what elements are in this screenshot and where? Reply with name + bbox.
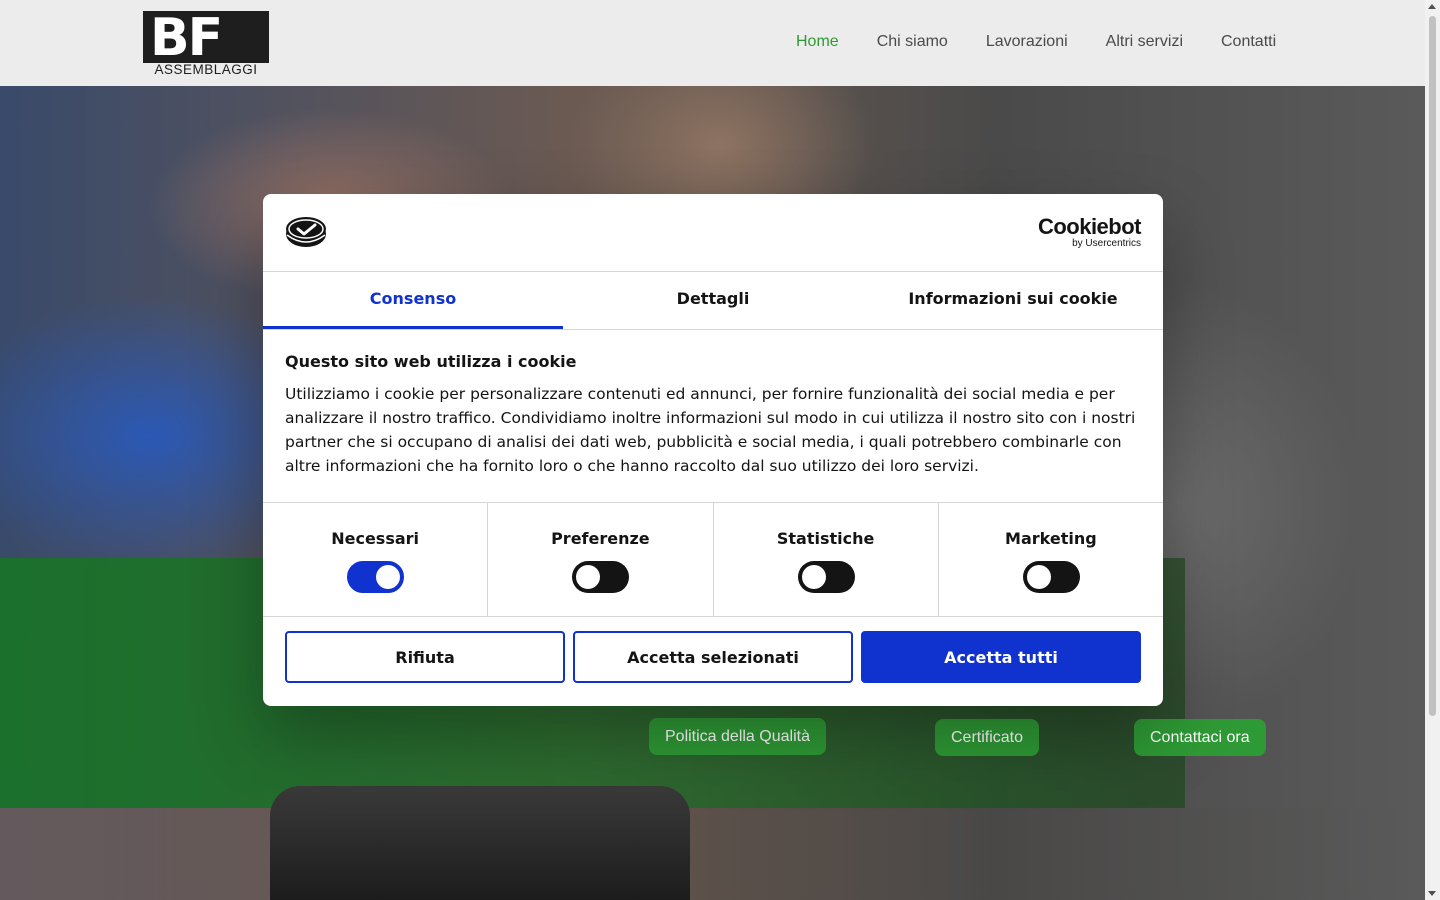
toggle-knob	[376, 565, 401, 589]
toggle-knob	[576, 565, 601, 589]
tab-dettagli[interactable]: Dettagli	[563, 272, 863, 329]
category-label: Marketing	[1005, 529, 1097, 548]
nav-item-chi-siamo[interactable]: Chi siamo	[877, 33, 948, 51]
dialog-actions: Rifiuta Accetta selezionati Accetta tutt…	[285, 631, 1141, 683]
cookiebot-name: Cookiebot	[1037, 214, 1142, 239]
hero-bottom-strip	[0, 808, 1425, 900]
nav-item-contatti[interactable]: Contatti	[1221, 33, 1276, 51]
dialog-description: Utilizziamo i cookie per personalizzare …	[285, 385, 1136, 475]
nav-item-home[interactable]: Home	[796, 33, 839, 51]
cookie-consent-dialog: Cookiebot by Usercentrics Consenso Detta…	[263, 194, 1163, 706]
certificate-button[interactable]: Certificato	[935, 719, 1040, 756]
site-header: BF ASSEMBLAGGI Home Chi siamo Lavorazion…	[0, 0, 1425, 86]
hero-tool-image	[270, 786, 690, 900]
accept-all-button[interactable]: Accetta tutti	[861, 631, 1141, 683]
category-label: Statistiche	[776, 529, 875, 548]
category-label: Necessari	[331, 529, 420, 548]
category-marketing: Marketing	[939, 503, 1163, 616]
dialog-header: Cookiebot by Usercentrics	[263, 194, 1163, 272]
cookie-brand-icon	[286, 217, 326, 247]
category-statistiche: Statistiche	[714, 503, 939, 616]
cookiebot-by: by Usercentrics	[1072, 238, 1141, 249]
logo-letters: BF	[150, 8, 223, 68]
necessari-toggle[interactable]	[347, 561, 405, 593]
dialog-title: Questo sito web utilizza i cookie	[285, 352, 577, 371]
category-necessari: Necessari	[263, 503, 489, 616]
dialog-body: Questo sito web utilizza i cookie Utiliz…	[285, 352, 1143, 478]
main-nav: Home Chi siamo Lavorazioni Altri servizi…	[796, 33, 1276, 51]
logo-mark: BF	[143, 8, 269, 68]
toggle-knob	[1026, 565, 1051, 589]
nav-item-altri-servizi[interactable]: Altri servizi	[1106, 33, 1183, 51]
nav-item-lavorazioni[interactable]: Lavorazioni	[986, 33, 1068, 51]
contact-now-button[interactable]: Contattaci ora	[1134, 719, 1266, 756]
statistiche-toggle[interactable]	[797, 561, 855, 593]
site-logo[interactable]: BF ASSEMBLAGGI	[143, 8, 269, 77]
category-preferenze: Preferenze	[488, 503, 714, 616]
accept-selected-button[interactable]: Accetta selezionati	[573, 631, 853, 683]
marketing-toggle[interactable]	[1022, 561, 1080, 593]
scroll-up-icon[interactable]	[1428, 4, 1436, 9]
page-scrollbar[interactable]	[1425, 0, 1440, 900]
tab-informazioni[interactable]: Informazioni sui cookie	[863, 272, 1163, 329]
toggle-knob	[801, 565, 826, 589]
dialog-tabs: Consenso Dettagli Informazioni sui cooki…	[263, 272, 1163, 330]
scroll-down-icon[interactable]	[1428, 891, 1436, 896]
reject-button[interactable]: Rifiuta	[285, 631, 565, 683]
cookiebot-logo[interactable]: Cookiebot by Usercentrics	[1037, 214, 1142, 250]
logo-subtitle: ASSEMBLAGGI	[154, 62, 258, 77]
category-label: Preferenze	[551, 529, 650, 548]
cookie-categories: Necessari Preferenze Statistiche Marketi…	[263, 502, 1163, 617]
quality-policy-button[interactable]: Politica della Qualità	[649, 718, 826, 755]
scrollbar-thumb[interactable]	[1429, 16, 1436, 716]
preferenze-toggle[interactable]	[572, 561, 630, 593]
tab-consenso[interactable]: Consenso	[263, 272, 563, 329]
